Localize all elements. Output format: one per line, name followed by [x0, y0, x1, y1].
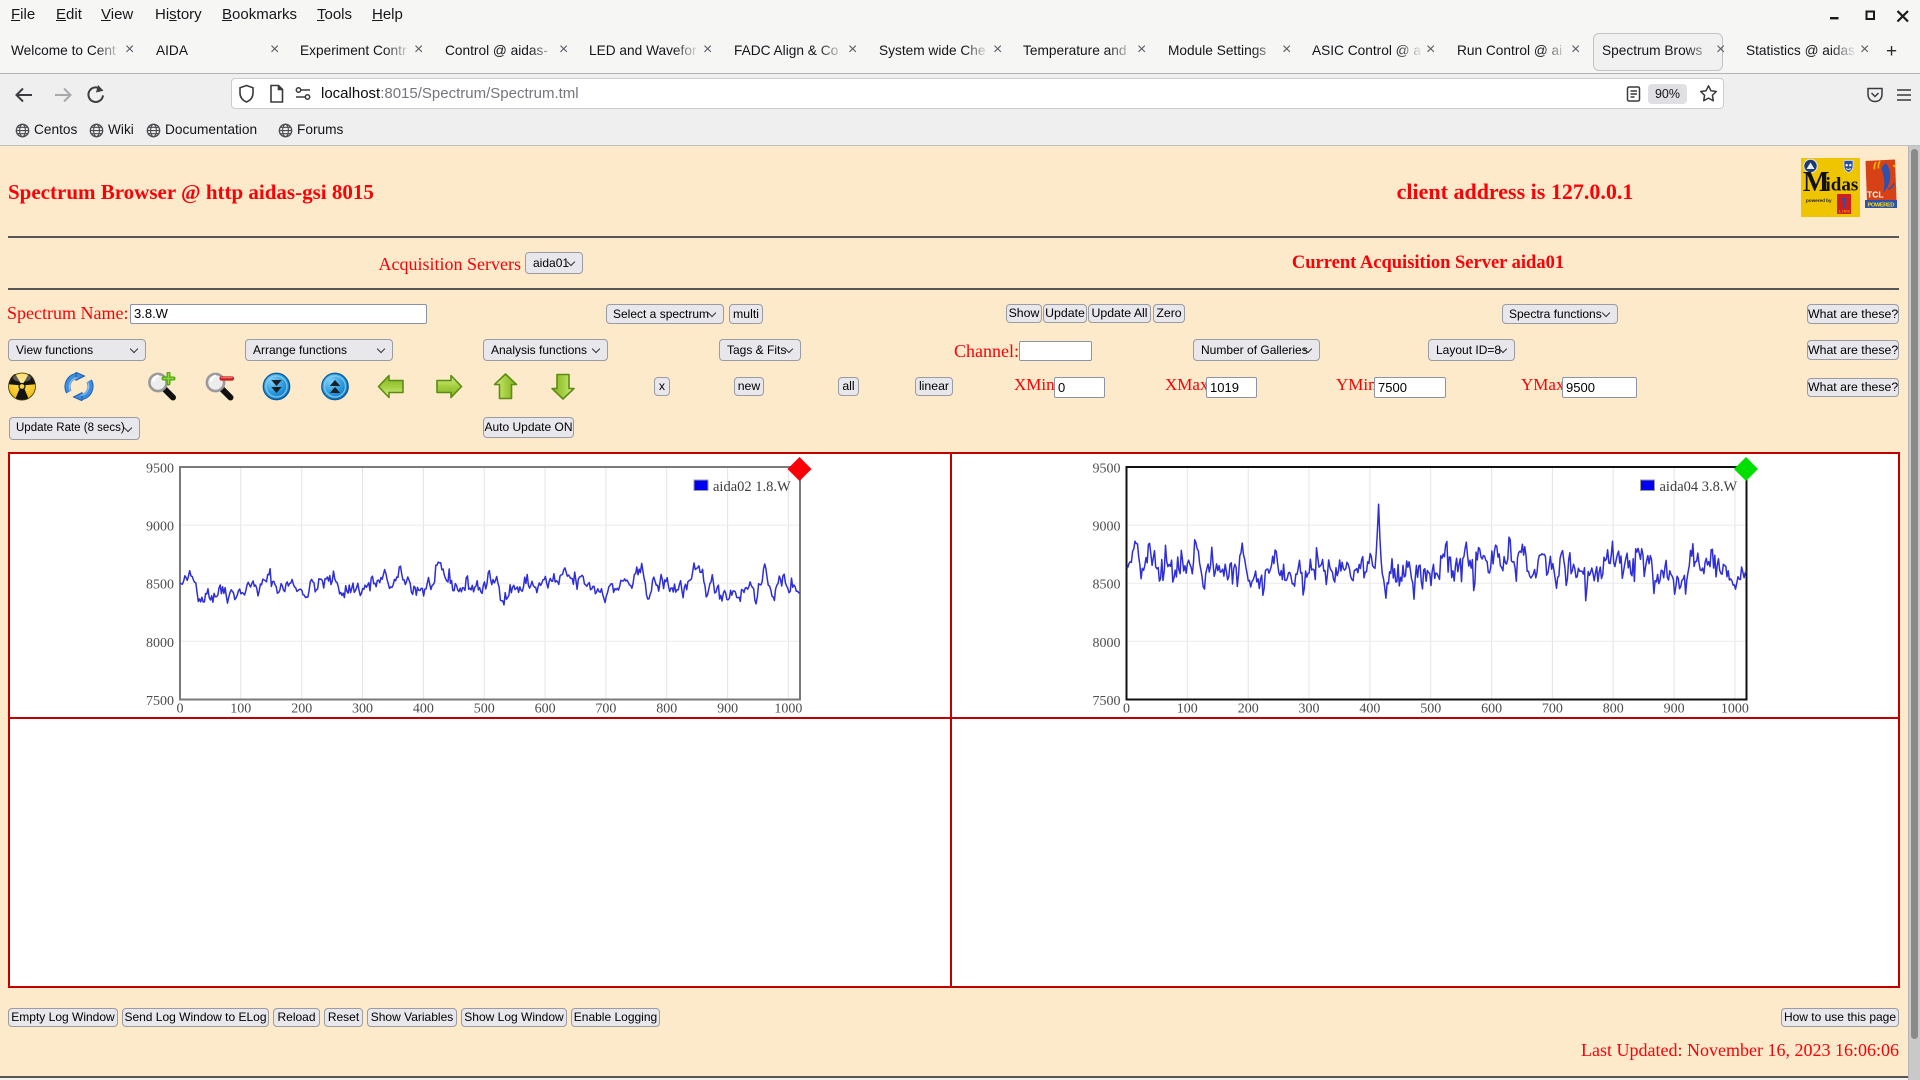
svg-text:200: 200 [291, 702, 312, 717]
svg-text:aida02 1.8.W: aida02 1.8.W [713, 479, 791, 495]
svg-text:500: 500 [474, 702, 495, 717]
svg-text:idas: idas [1826, 175, 1859, 196]
svg-text:7500: 7500 [146, 694, 174, 709]
svg-text:9500: 9500 [146, 462, 174, 477]
svg-text:600: 600 [1481, 702, 1502, 717]
svg-text:500: 500 [1420, 702, 1441, 717]
svg-text:1000: 1000 [1721, 702, 1749, 717]
svg-text:POWERED: POWERED [1868, 203, 1895, 209]
svg-text:8500: 8500 [1093, 578, 1121, 593]
svg-text:8500: 8500 [146, 578, 174, 593]
svg-text:600: 600 [535, 702, 556, 717]
svg-text:400: 400 [1359, 702, 1380, 717]
svg-text:9000: 9000 [146, 520, 174, 535]
svg-text:TCL: TCL [1867, 190, 1884, 200]
svg-text:700: 700 [595, 702, 616, 717]
svg-text:900: 900 [717, 702, 738, 717]
svg-text:0: 0 [177, 702, 184, 717]
svg-text:300: 300 [1299, 702, 1320, 717]
svg-text:200: 200 [1238, 702, 1259, 717]
svg-text:7500: 7500 [1093, 694, 1121, 709]
svg-text:900: 900 [1664, 702, 1685, 717]
svg-text:800: 800 [656, 702, 677, 717]
svg-text:aida04 3.8.W: aida04 3.8.W [1660, 479, 1738, 495]
svg-text:700: 700 [1542, 702, 1563, 717]
svg-text:powered by: powered by [1806, 198, 1832, 203]
svg-text:9500: 9500 [1093, 462, 1121, 477]
svg-text:100: 100 [1177, 702, 1198, 717]
svg-text:L I N K: L I N K [1839, 210, 1850, 214]
svg-text:0: 0 [1123, 702, 1130, 717]
svg-text:9000: 9000 [1093, 520, 1121, 535]
svg-text:800: 800 [1603, 702, 1624, 717]
svg-text:400: 400 [413, 702, 434, 717]
svg-text:300: 300 [352, 702, 373, 717]
svg-text:100: 100 [230, 702, 251, 717]
svg-text:1000: 1000 [774, 702, 802, 717]
svg-text:8000: 8000 [146, 636, 174, 651]
svg-text:8000: 8000 [1093, 636, 1121, 651]
